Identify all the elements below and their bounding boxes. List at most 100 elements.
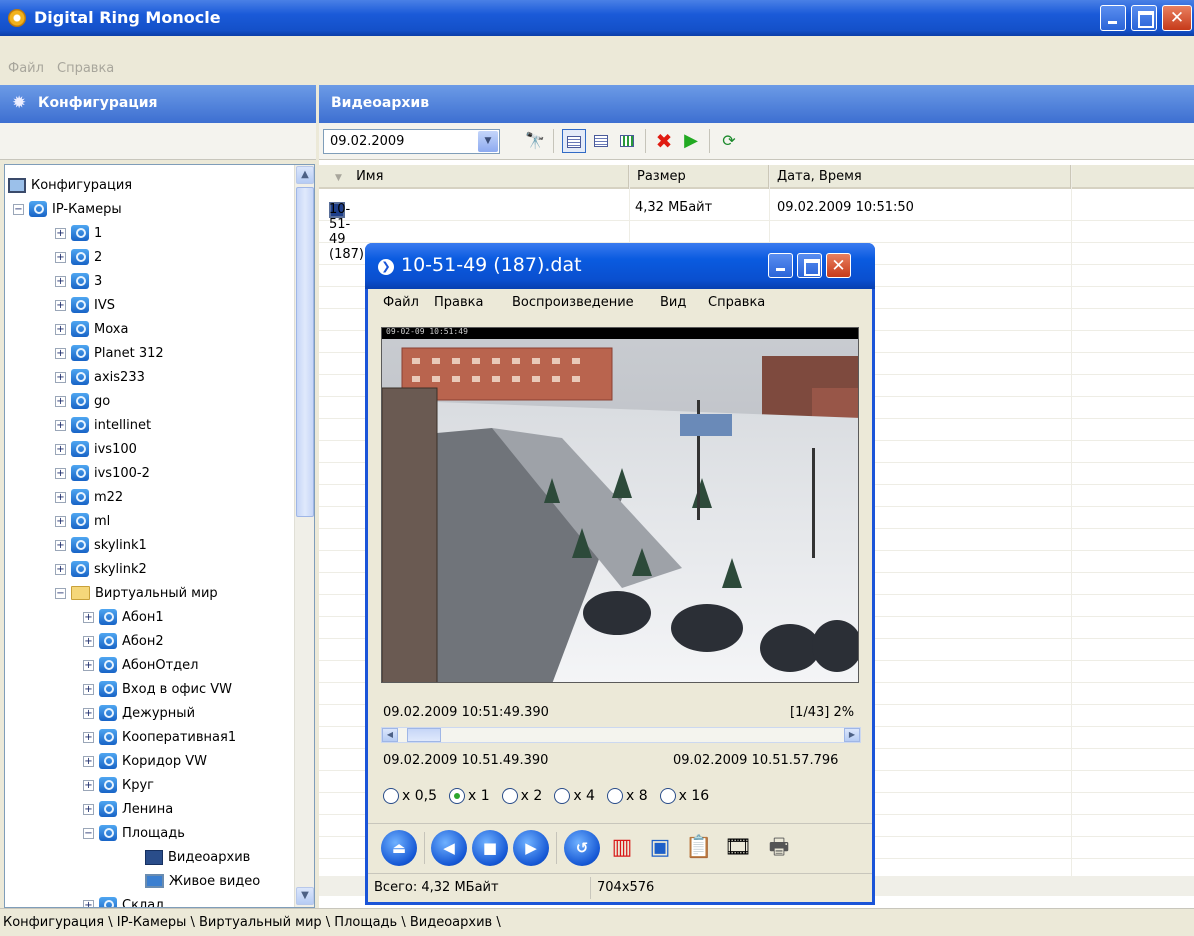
table-row[interactable]: 10-51-49 (187) 4,32 МБайт 09.02.2009 10:… [319, 198, 1194, 262]
expand-icon[interactable]: + [55, 395, 66, 407]
speed-option[interactable]: x 0,5 [383, 788, 437, 804]
print-icon[interactable]: 🖶 [763, 832, 795, 864]
radio-icon[interactable] [554, 788, 571, 804]
tree-node-camera[interactable]: + Вход в офис VW [83, 678, 232, 700]
tree-node-camera[interactable]: − Площадь [83, 822, 185, 844]
tree-node-camera[interactable]: + ivs100-2 [55, 462, 150, 484]
tree-node-camera[interactable]: + m22 [55, 486, 123, 508]
scroll-down-icon[interactable]: ▼ [296, 887, 314, 905]
playback-position-thumb[interactable] [407, 728, 441, 742]
radio-icon[interactable] [383, 788, 399, 804]
view-details-icon[interactable] [562, 129, 586, 153]
delete-icon[interactable]: ✖ [652, 129, 676, 153]
player-close-button[interactable]: ✕ [826, 253, 851, 278]
expand-icon[interactable]: + [55, 563, 66, 575]
expand-icon[interactable]: + [83, 731, 94, 743]
tree-node-warehouse[interactable]: + Склад [83, 894, 164, 907]
expand-icon[interactable]: + [55, 227, 66, 239]
expand-icon[interactable]: + [55, 515, 66, 527]
tree-node-camera[interactable]: + go [55, 390, 110, 412]
tree-node-camera[interactable]: + intellinet [55, 414, 151, 436]
tree-node-camera[interactable]: + skylink1 [55, 534, 147, 556]
menu-file[interactable]: Файл [8, 61, 44, 76]
expand-icon[interactable]: + [55, 467, 66, 479]
expand-icon[interactable]: + [55, 443, 66, 455]
tree-scrollbar[interactable]: ▲ ▼ [294, 165, 314, 907]
column-datetime[interactable]: Дата, Время [769, 165, 1071, 189]
player-menu-view[interactable]: Вид [660, 295, 686, 310]
stop-icon[interactable]: ■ [472, 830, 508, 866]
tree-node-camera[interactable]: + Коридор VW [83, 750, 207, 772]
view-list-icon[interactable] [589, 129, 613, 153]
scroll-left-icon[interactable]: ◀ [382, 728, 398, 742]
date-picker[interactable]: 09.02.2009 ▼ [323, 129, 500, 154]
column-size[interactable]: Размер [629, 165, 769, 189]
tree-node-ip-cameras[interactable]: − IP-Камеры [13, 198, 122, 220]
expand-icon[interactable]: + [83, 803, 94, 815]
tree-node-camera[interactable]: + IVS [55, 294, 115, 316]
tree-node-live-video[interactable]: Живое видео [145, 870, 260, 892]
expand-icon[interactable]: + [55, 323, 66, 335]
tree-node-camera[interactable]: +2 [55, 246, 102, 268]
expand-icon[interactable]: + [83, 755, 94, 767]
film-reel-icon[interactable]: 🎞 [722, 832, 754, 864]
tree-node-camera[interactable]: +3 [55, 270, 102, 292]
tree-node-camera[interactable]: + ml [55, 510, 110, 532]
tree-root[interactable]: Конфигурация [8, 174, 132, 196]
close-button[interactable]: ✕ [1162, 5, 1192, 31]
search-icon[interactable]: 🔭 [523, 129, 547, 153]
player-titlebar[interactable]: ❯ 10-51-49 (187).dat ✕ [365, 243, 875, 289]
expand-icon[interactable]: + [83, 635, 94, 647]
expand-icon[interactable]: + [55, 347, 66, 359]
player-menu-file[interactable]: Файл [383, 295, 419, 310]
speed-option[interactable]: x 1 [449, 788, 490, 804]
playback-position-slider[interactable]: ◀ ▶ [381, 727, 861, 743]
tree-node-camera[interactable]: + Planet 312 [55, 342, 164, 364]
tree-node-camera[interactable]: + Круг [83, 774, 154, 796]
expand-icon[interactable]: + [83, 611, 94, 623]
tree-node-camera[interactable]: + Абон2 [83, 630, 164, 652]
expand-icon[interactable]: + [55, 371, 66, 383]
tree-node-camera[interactable]: +1 [55, 222, 102, 244]
tree-scroll-thumb[interactable] [296, 187, 314, 517]
replay-icon[interactable]: ↺ [564, 830, 600, 866]
player-menu-edit[interactable]: Правка [434, 295, 483, 310]
expand-icon[interactable]: + [83, 899, 94, 907]
expand-icon[interactable]: + [55, 539, 66, 551]
tree-node-camera[interactable]: + skylink2 [55, 558, 147, 580]
player-minimize-button[interactable] [768, 253, 793, 278]
radio-icon[interactable] [501, 788, 518, 804]
expand-icon[interactable]: + [55, 419, 66, 431]
tree-node-camera[interactable]: + axis233 [55, 366, 145, 388]
save-icon[interactable]: ▣ [644, 832, 676, 864]
menu-help[interactable]: Справка [57, 61, 114, 76]
tree-node-camera[interactable]: + ivs100 [55, 438, 137, 460]
tree-node-virtual-world[interactable]: − Виртуальный мир [55, 582, 218, 604]
expand-icon[interactable]: + [83, 707, 94, 719]
scroll-up-icon[interactable]: ▲ [296, 166, 314, 184]
collapse-icon[interactable]: − [55, 587, 66, 599]
tree-node-camera[interactable]: + Абон1 [83, 606, 164, 628]
previous-icon[interactable]: ◀ [431, 830, 467, 866]
eject-icon[interactable]: ⏏ [381, 830, 417, 866]
radio-icon[interactable] [659, 788, 676, 804]
speed-option[interactable]: x 2 [501, 788, 542, 804]
expand-icon[interactable]: + [83, 683, 94, 695]
expand-icon[interactable]: + [55, 275, 66, 287]
tree-node-camera[interactable]: + Дежурный [83, 702, 195, 724]
maximize-button[interactable] [1131, 5, 1157, 31]
expand-icon[interactable]: + [83, 779, 94, 791]
expand-icon[interactable]: + [83, 659, 94, 671]
next-icon[interactable]: ▶ [513, 830, 549, 866]
config-tree[interactable]: Конфигурация − IP-Камеры +1 +2 +3 + IVS + Moxa… [4, 164, 315, 908]
speed-option[interactable]: x 4 [554, 788, 595, 804]
tree-node-camera[interactable]: + Ленина [83, 798, 173, 820]
radio-icon[interactable] [449, 788, 465, 804]
clipboard-icon[interactable]: 📋 [683, 832, 715, 864]
scroll-right-icon[interactable]: ▶ [844, 728, 860, 742]
expand-icon[interactable]: + [55, 251, 66, 263]
collapse-icon[interactable]: − [13, 203, 24, 215]
chevron-down-icon[interactable]: ▼ [478, 131, 498, 152]
play-icon[interactable]: ▶ [679, 129, 703, 153]
player-maximize-button[interactable] [797, 253, 822, 278]
